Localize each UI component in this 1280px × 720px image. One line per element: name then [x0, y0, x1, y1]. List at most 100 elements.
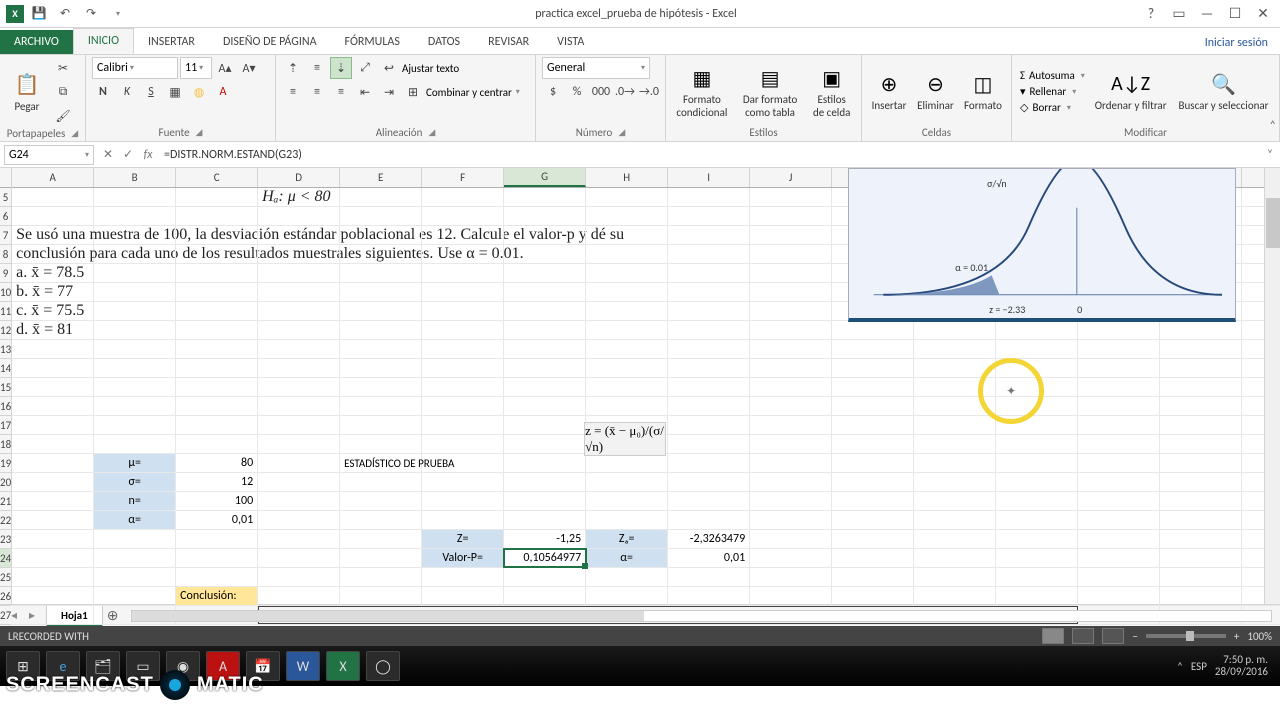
tab-diseno[interactable]: DISEÑO DE PÁGINA	[209, 30, 331, 54]
cell[interactable]: 0,10564977	[504, 549, 586, 567]
cell[interactable]	[176, 302, 258, 320]
cell[interactable]	[750, 511, 832, 529]
cell[interactable]	[340, 340, 422, 358]
cell[interactable]	[1078, 511, 1160, 529]
cell[interactable]: ESTADÍSTICO DE PRUEBA	[340, 454, 422, 472]
cell[interactable]	[668, 340, 750, 358]
cell[interactable]	[668, 492, 750, 510]
cell[interactable]	[258, 416, 340, 434]
cell[interactable]	[586, 492, 668, 510]
cell[interactable]	[996, 492, 1078, 510]
row-header-12[interactable]: 12	[0, 321, 11, 340]
cell[interactable]	[1078, 549, 1160, 567]
cell[interactable]	[340, 378, 422, 396]
cell[interactable]	[176, 207, 258, 225]
cell[interactable]	[914, 549, 996, 567]
cell[interactable]	[750, 416, 832, 434]
cell[interactable]	[340, 435, 422, 453]
cell[interactable]	[340, 397, 422, 415]
cell[interactable]	[176, 321, 258, 339]
borders-icon[interactable]: ▦	[164, 81, 186, 103]
cell[interactable]: Hₐ: μ < 80	[258, 188, 340, 206]
cell[interactable]	[996, 454, 1078, 472]
cell[interactable]	[12, 587, 94, 605]
cell[interactable]	[176, 340, 258, 358]
cell[interactable]	[1078, 435, 1160, 453]
cell[interactable]	[94, 416, 176, 434]
cell[interactable]	[996, 473, 1078, 491]
cell[interactable]	[258, 207, 340, 225]
name-box[interactable]: G24▾	[4, 145, 94, 165]
cell[interactable]	[668, 188, 750, 206]
cell[interactable]	[422, 492, 504, 510]
cell[interactable]	[586, 473, 668, 491]
percent-icon[interactable]: %	[566, 81, 588, 103]
cell[interactable]	[176, 188, 258, 206]
cell[interactable]	[12, 549, 94, 567]
cell[interactable]	[504, 416, 586, 434]
increase-indent-icon[interactable]: ⇥	[378, 81, 400, 103]
cell[interactable]	[586, 245, 668, 263]
cell[interactable]	[422, 302, 504, 320]
cell[interactable]	[422, 340, 504, 358]
cell[interactable]	[94, 207, 176, 225]
cell[interactable]: Conclusión:	[176, 587, 258, 605]
cell[interactable]	[504, 302, 586, 320]
cell[interactable]	[1160, 530, 1242, 548]
cell[interactable]	[258, 359, 340, 377]
cell[interactable]	[832, 359, 914, 377]
cell[interactable]	[914, 435, 996, 453]
cell[interactable]	[422, 568, 504, 586]
cell[interactable]	[12, 606, 94, 624]
align-bottom-icon[interactable]: ⇣	[330, 57, 352, 79]
cell[interactable]	[340, 302, 422, 320]
tab-inicio[interactable]: INICIO	[73, 28, 134, 54]
row-header-14[interactable]: 14	[0, 359, 11, 378]
cell[interactable]	[94, 340, 176, 358]
cell[interactable]	[422, 207, 504, 225]
cell[interactable]	[668, 397, 750, 415]
cell[interactable]	[832, 492, 914, 510]
cell[interactable]	[340, 207, 422, 225]
cell[interactable]	[832, 378, 914, 396]
cell[interactable]	[176, 283, 258, 301]
cell[interactable]	[1160, 359, 1242, 377]
cell[interactable]	[832, 397, 914, 415]
row-header-5[interactable]: 5	[0, 188, 11, 207]
cell[interactable]	[422, 435, 504, 453]
cell[interactable]	[586, 188, 668, 206]
cell[interactable]	[504, 188, 586, 206]
cell[interactable]	[176, 435, 258, 453]
cell[interactable]	[914, 492, 996, 510]
cell[interactable]	[504, 511, 586, 529]
font-color-icon[interactable]: A	[212, 81, 234, 103]
cell[interactable]	[668, 321, 750, 339]
row-header-17[interactable]: 17	[0, 416, 11, 435]
cell[interactable]	[258, 492, 340, 510]
cell[interactable]	[340, 245, 422, 263]
cell[interactable]: Zₐ=	[586, 530, 668, 548]
excel-taskbar-icon[interactable]: X	[326, 651, 360, 681]
cell[interactable]	[668, 264, 750, 282]
row-header-16[interactable]: 16	[0, 397, 11, 416]
cell[interactable]	[750, 340, 832, 358]
tray-clock[interactable]: 7:50 p. m.28/09/2016	[1215, 654, 1268, 678]
zoom-slider[interactable]	[1146, 634, 1226, 638]
cell[interactable]	[12, 492, 94, 510]
formula-bar-input[interactable]: =DISTR.NORM.ESTAND(G23)	[158, 148, 1260, 162]
cell[interactable]	[750, 321, 832, 339]
cell[interactable]: d. x̄ = 81	[12, 321, 94, 339]
delete-cells-button[interactable]: ⊖Eliminar	[914, 68, 957, 114]
cell[interactable]	[750, 454, 832, 472]
cell[interactable]	[832, 473, 914, 491]
cell[interactable]	[422, 397, 504, 415]
cell[interactable]	[586, 511, 668, 529]
close-icon[interactable]: ✕	[1250, 3, 1276, 25]
cell[interactable]	[258, 302, 340, 320]
cell[interactable]	[504, 226, 586, 244]
cell[interactable]	[12, 511, 94, 529]
cancel-formula-icon[interactable]: ✕	[98, 145, 118, 165]
cell[interactable]	[94, 264, 176, 282]
cell[interactable]	[504, 435, 586, 453]
cell[interactable]	[586, 264, 668, 282]
